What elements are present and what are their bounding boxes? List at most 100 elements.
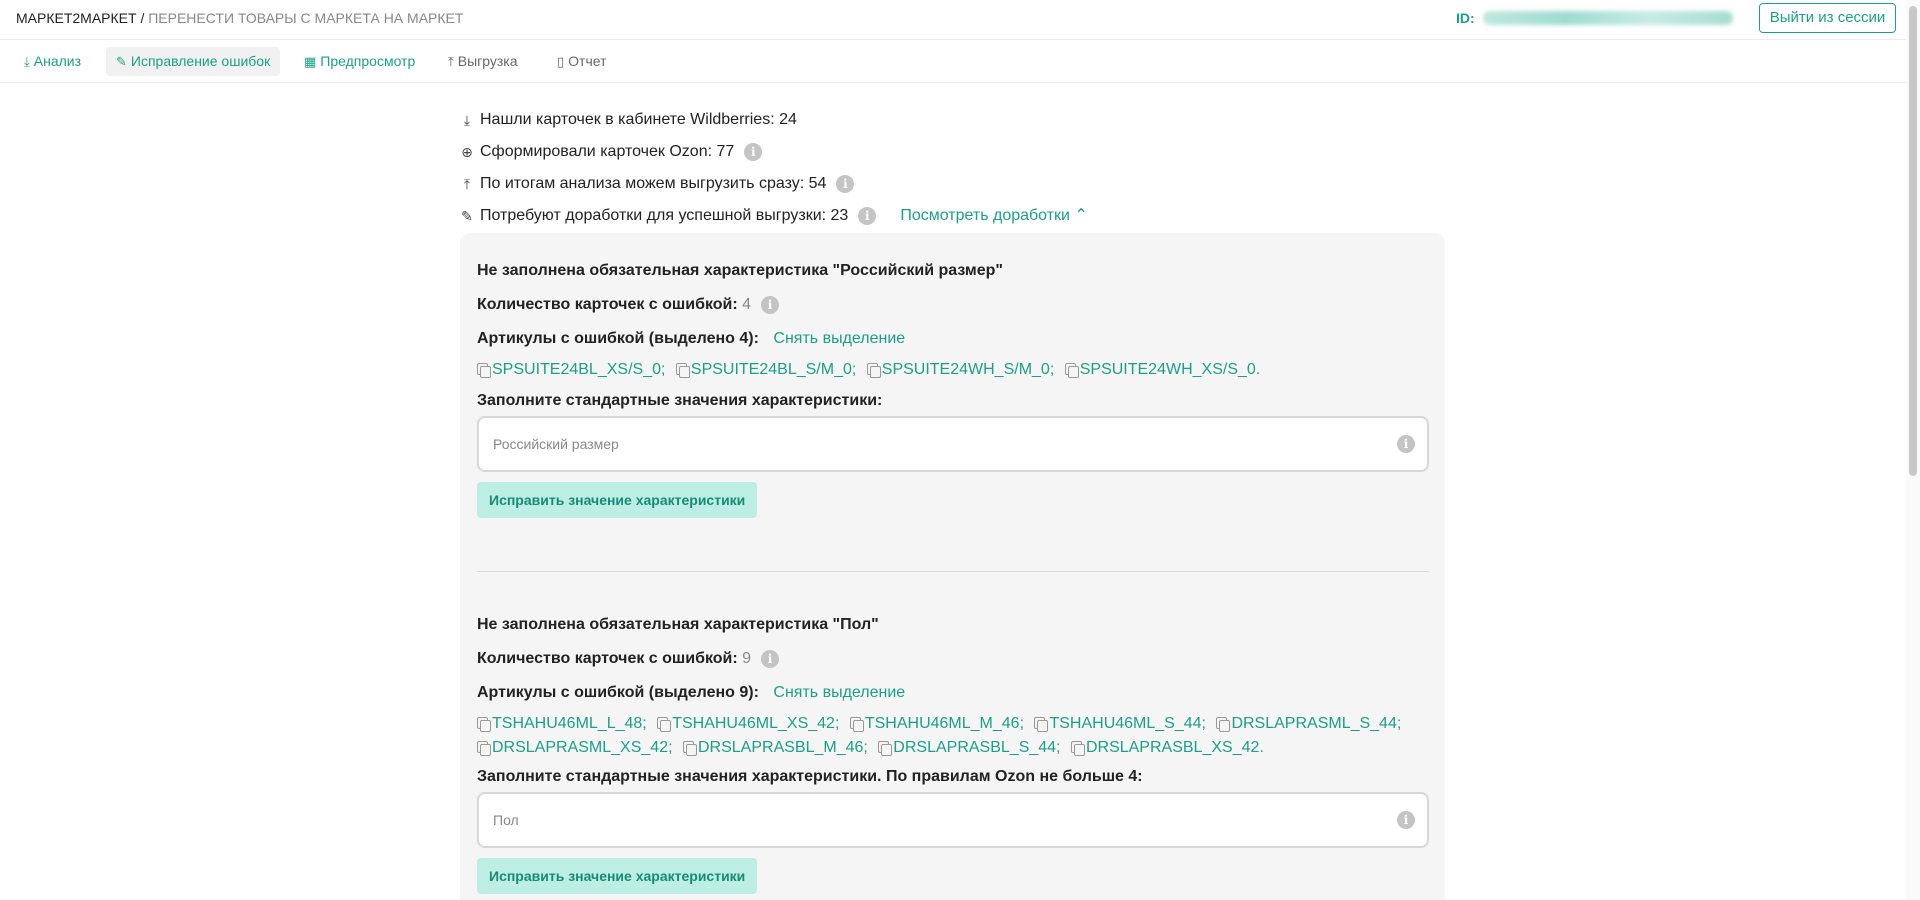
article-item[interactable]: SPSUITE24BL_XS/S_0; (477, 358, 665, 382)
stat-value: 54 (808, 175, 827, 192)
errors-panel: Не заполнена обязательная характеристика… (460, 233, 1445, 900)
article-list: TSHAHU46ML_L_48; TSHAHU46ML_XS_42; TSHAH… (477, 712, 1428, 760)
article-item[interactable]: SPSUITE24WH_S/M_0; (866, 358, 1054, 382)
copy-icon (849, 717, 864, 732)
tab-label: Предпросмотр (320, 53, 416, 69)
tab-label: Анализ (33, 53, 82, 69)
tab-error-fixing[interactable]: ✎ Исправление ошибок (106, 47, 281, 76)
copy-icon (1216, 717, 1231, 732)
article-code: DRSLAPRASBL_XS_42. (1085, 739, 1264, 756)
article-code: DRSLAPRASML_S_44; (1231, 715, 1402, 732)
stat-upload-ready: ⤒ По итогам анализа можем выгрузить сраз… (460, 168, 1088, 200)
ru-size-field: i (477, 416, 1429, 472)
article-item[interactable]: TSHAHU46ML_XS_42; (657, 712, 839, 736)
page-subtitle: ПЕРЕНЕСТИ ТОВАРЫ С МАРКЕТА НА МАРКЕТ (148, 10, 464, 26)
scrollbar-thumb[interactable] (1909, 6, 1917, 476)
article-item[interactable]: SPSUITE24WH_XS/S_0. (1064, 358, 1261, 382)
article-item[interactable]: DRSLAPRASBL_XS_42. (1070, 736, 1264, 760)
fix-value-button[interactable]: Исправить значение характеристики (477, 482, 758, 518)
gender-field: i (477, 792, 1429, 848)
upload-icon: ⤒ (463, 176, 471, 192)
article-item[interactable]: TSHAHU46ML_M_46; (849, 712, 1025, 736)
info-icon[interactable]: i (836, 175, 855, 193)
view-fixes-label: Посмотреть доработки (900, 207, 1070, 224)
copy-icon (477, 741, 491, 756)
stat-value: 77 (716, 143, 735, 160)
error-count-value: 4 (742, 296, 752, 313)
articles-label: Артикулы с ошибкой (выделено 9): (477, 684, 759, 701)
session-id-label: ID: (1456, 10, 1475, 26)
info-icon[interactable]: i (1397, 811, 1415, 829)
article-item[interactable]: TSHAHU46ML_L_48; (477, 712, 647, 736)
error-count-label: Количество карточек с ошибкой: (477, 650, 738, 667)
stat-need-fixes: ✎ Потребуют доработки для успешной выгру… (460, 200, 1088, 232)
fill-label: Заполните стандартные значения характери… (477, 768, 1143, 785)
page-scrollbar[interactable] (1906, 0, 1920, 900)
article-item[interactable]: DRSLAPRASML_XS_42; (477, 736, 673, 760)
copy-icon (682, 741, 697, 756)
copy-icon (1064, 363, 1079, 378)
article-item[interactable]: DRSLAPRASBL_S_44; (878, 736, 1061, 760)
view-fixes-link[interactable]: Посмотреть доработки ⌃ (900, 205, 1088, 227)
article-code: TSHAHU46ML_M_46; (864, 715, 1025, 732)
fill-label-row: Заполните стандартные значения характери… (477, 766, 1428, 788)
tab-preview[interactable]: ▦ Предпросмотр (294, 47, 425, 76)
info-icon[interactable]: i (761, 296, 780, 314)
error-count-label: Количество карточек с ошибкой: (477, 296, 738, 313)
plus-circle-icon: ⊕ (461, 144, 473, 160)
copy-icon (1034, 717, 1049, 732)
article-code: DRSLAPRASML_XS_42; (492, 739, 673, 756)
tab-analysis[interactable]: ⤓ Анализ (14, 47, 91, 76)
deselect-link[interactable]: Снять выделение (773, 330, 905, 347)
pencil-icon: ✎ (461, 208, 473, 224)
info-icon[interactable]: i (858, 207, 877, 225)
breadcrumb-separator: / (136, 10, 149, 26)
download-icon: ⤓ (24, 54, 30, 69)
tab-upload[interactable]: ⤒ Выгрузка (438, 47, 528, 76)
article-code: TSHAHU46ML_XS_42; (672, 715, 840, 732)
article-item[interactable]: DRSLAPRASBL_M_46; (682, 736, 868, 760)
tab-bar: ⤓ Анализ ✎ Исправление ошибок ▦ Предпросмот… (0, 41, 1906, 83)
stat-value: 24 (779, 111, 797, 128)
session-id-value-blurred (1482, 11, 1733, 25)
article-code: SPSUITE24BL_XS/S_0; (492, 361, 666, 378)
copy-icon (657, 717, 672, 732)
error-block-ru-size: Не заполнена обязательная характеристика… (477, 260, 1429, 518)
stat-label: Потребуют доработки для успешной выгрузк… (480, 207, 827, 224)
articles-row: Артикулы с ошибкой (выделено 9): Снять в… (477, 682, 1428, 704)
grid-icon: ▦ (304, 54, 317, 69)
article-item[interactable]: SPSUITE24BL_S/M_0; (675, 358, 857, 382)
copy-icon (477, 717, 491, 732)
info-icon[interactable]: i (1397, 435, 1415, 453)
gender-input[interactable] (493, 808, 1373, 832)
article-list: SPSUITE24BL_XS/S_0; SPSUITE24BL_S/M_0; S… (477, 358, 1428, 382)
fix-value-button[interactable]: Исправить значение характеристики (477, 858, 758, 894)
brand-name[interactable]: МАРКЕТ2МАРКЕТ (16, 10, 137, 26)
copy-icon (866, 363, 881, 378)
logout-button[interactable]: Выйти из сессии (1759, 3, 1896, 33)
error-count-value: 9 (742, 650, 752, 667)
error-title: Не заполнена обязательная характеристика… (477, 616, 879, 633)
deselect-link[interactable]: Снять выделение (773, 684, 905, 701)
clipboard-icon: ▯ (557, 54, 565, 69)
tab-label: Отчет (568, 53, 607, 69)
top-bar: МАРКЕТ2МАРКЕТ / ПЕРЕНЕСТИ ТОВАРЫ С МАРКЕ… (0, 0, 1906, 40)
article-item[interactable]: TSHAHU46ML_S_44; (1034, 712, 1206, 736)
article-code: SPSUITE24WH_XS/S_0. (1079, 361, 1261, 378)
upload-icon: ⤒ (448, 54, 454, 69)
copy-icon (878, 741, 893, 756)
tab-label: Выгрузка (457, 53, 518, 69)
chevron-up-icon: ⌃ (1074, 207, 1088, 224)
tab-report[interactable]: ▯ Отчет (547, 47, 617, 76)
ru-size-input[interactable] (493, 432, 1373, 456)
article-item[interactable]: DRSLAPRASML_S_44; (1216, 712, 1401, 736)
articles-row: Артикулы с ошибкой (выделено 4): Снять в… (477, 328, 1428, 350)
copy-icon (477, 363, 491, 378)
info-icon[interactable]: i (744, 143, 763, 161)
session-id: ID: (1456, 10, 1733, 26)
info-icon[interactable]: i (761, 650, 780, 668)
article-code: SPSUITE24BL_S/M_0; (690, 361, 857, 378)
articles-label: Артикулы с ошибкой (выделено 4): (477, 330, 759, 347)
article-code: TSHAHU46ML_S_44; (1049, 715, 1206, 732)
article-code: DRSLAPRASBL_S_44; (893, 739, 1061, 756)
